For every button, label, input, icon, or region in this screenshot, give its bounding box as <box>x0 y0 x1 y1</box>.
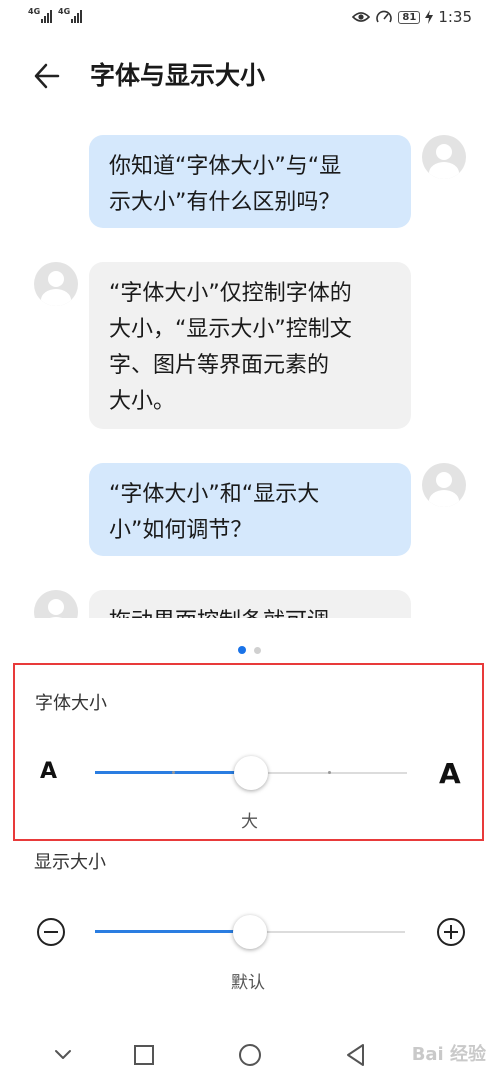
triangle-back-icon <box>347 1044 364 1066</box>
network-type-2: 4G <box>58 7 71 16</box>
message-bubble-other: “字体大小”仅控制字体的 大小，“显示大小”控制文 字、图片等界面元素的 大小。 <box>89 262 411 429</box>
avatar-icon <box>422 135 466 179</box>
page-title: 字体与显示大小 <box>90 61 266 90</box>
preview-pane[interactable]: 你知道“字体大小”与“显 示大小”有什么区别吗？ “字体大小”仅控制字体的 大小… <box>0 120 500 618</box>
message-text: 字、图片等界面元素的 <box>109 353 330 378</box>
recent-apps-button[interactable] <box>129 1040 159 1070</box>
avatar-icon <box>34 590 78 618</box>
battery-icon: 81 <box>398 10 421 24</box>
clock: 1:35 <box>438 8 472 26</box>
message-text: “字体大小”仅控制字体的 <box>109 281 352 306</box>
header: 字体与显示大小 <box>0 54 500 98</box>
plus-circle-icon <box>437 918 465 946</box>
signal-bars-icon <box>41 9 53 23</box>
message-text: 拖动界面控制条就可调 <box>109 604 391 618</box>
message-bubble-me: “字体大小”和“显示大 小”如何调节？ <box>89 463 411 556</box>
status-bar: 4G 4G 81 1:35 <box>0 0 500 36</box>
back-nav-button[interactable] <box>341 1040 371 1070</box>
slider-fill <box>95 930 250 933</box>
slider-thumb[interactable] <box>233 915 267 949</box>
hide-keyboard-button[interactable] <box>48 1040 78 1070</box>
display-size-slider[interactable] <box>95 912 405 952</box>
square-icon <box>134 1045 154 1065</box>
increase-display-size-button[interactable] <box>436 917 466 947</box>
avatar-icon <box>422 463 466 507</box>
font-size-slider[interactable] <box>95 753 407 793</box>
message-text: 大小。 <box>109 389 176 414</box>
message-bubble-me: 你知道“字体大小”与“显 示大小”有什么区别吗？ <box>89 135 411 228</box>
page-dot <box>254 646 261 654</box>
display-size-label: 显示大小 <box>34 852 106 873</box>
message-text: 你知道“字体大小”与“显 <box>109 154 342 179</box>
charging-icon <box>425 10 434 24</box>
message-text: 小”如何调节？ <box>109 518 253 543</box>
slider-tick <box>328 771 331 774</box>
signal-strength-1: 4G <box>28 7 53 23</box>
large-font-icon: A <box>439 757 461 790</box>
chevron-down-icon <box>55 1050 71 1059</box>
slider-tick <box>172 771 175 774</box>
font-size-section: 字体大小 A A 大 <box>13 663 484 841</box>
page-dot-active <box>238 646 246 654</box>
status-indicators: 81 1:35 <box>352 8 472 26</box>
page-indicator <box>238 646 261 654</box>
speedometer-icon <box>376 10 393 23</box>
minus-circle-icon <box>37 918 65 946</box>
eye-icon <box>352 12 371 22</box>
home-button[interactable] <box>235 1040 265 1070</box>
watermark: Bai 经验 <box>411 1044 486 1065</box>
font-size-label: 字体大小 <box>35 693 107 714</box>
network-type-1: 4G <box>28 7 41 16</box>
signal-bars-icon <box>71 9 83 23</box>
message-text: 示大小”有什么区别吗？ <box>109 190 341 215</box>
message-text: “字体大小”和“显示大 <box>109 482 320 507</box>
display-size-value: 默认 <box>231 973 265 993</box>
circle-icon <box>239 1044 261 1066</box>
message-text: 大小，“显示大小”控制文 <box>109 317 352 342</box>
small-font-icon: A <box>40 759 58 784</box>
back-button[interactable] <box>30 58 70 94</box>
font-size-value: 大 <box>241 812 258 832</box>
arrow-left-icon <box>34 63 60 89</box>
decrease-display-size-button[interactable] <box>36 917 66 947</box>
signal-strength-2: 4G <box>58 7 83 23</box>
avatar-icon <box>34 262 78 306</box>
slider-thumb[interactable] <box>234 756 268 790</box>
message-bubble-other: 拖动界面控制条就可调 <box>89 590 411 618</box>
